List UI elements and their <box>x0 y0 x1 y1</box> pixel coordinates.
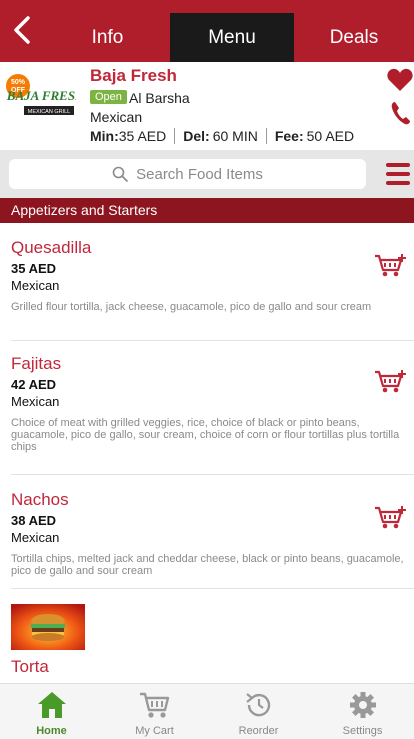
item-cuisine: Mexican <box>11 530 60 545</box>
search-input[interactable]: Search Food Items <box>9 159 366 189</box>
add-to-cart-icon <box>375 370 406 393</box>
restaurant-cuisine: Mexican <box>90 109 143 125</box>
restaurant-header: 50% OFF BAJA FRESH MEXICAN GRILL Baja Fr… <box>0 62 414 150</box>
add-to-cart-button[interactable] <box>374 252 408 278</box>
item-divider <box>11 474 414 475</box>
fee-label: Fee: <box>274 128 304 144</box>
nav-reorder-label: Reorder <box>238 725 279 737</box>
search-placeholder: Search Food Items <box>136 165 263 183</box>
item-cuisine: Mexican <box>11 394 60 409</box>
bottom-nav: Home My Cart Reorder Settings <box>0 683 414 739</box>
restaurant-fees: Min: 35 AED Del: 60 MIN Fee: 50 AED <box>90 128 354 144</box>
min-label: Min: <box>90 128 119 144</box>
svg-text:MEXICAN GRILL: MEXICAN GRILL <box>28 109 70 115</box>
chevron-left-icon <box>14 16 30 44</box>
heart-icon <box>387 68 413 91</box>
item-description: Choice of meat with grilled veggies, ric… <box>11 417 400 453</box>
item-price: 38 AED <box>11 513 57 528</box>
category-menu-button[interactable] <box>386 163 410 185</box>
restaurant-area: Al Barsha <box>129 90 190 106</box>
search-icon <box>112 166 128 182</box>
nav-settings[interactable]: Settings <box>311 684 414 739</box>
gear-icon <box>350 692 376 718</box>
nav-my-cart[interactable]: My Cart <box>103 684 206 739</box>
fee-value: 50 AED <box>306 128 355 144</box>
hamburger-line <box>386 172 410 176</box>
tab-deals[interactable]: Deals <box>294 13 414 62</box>
item-image <box>11 604 85 650</box>
hamburger-line <box>386 181 410 185</box>
svg-text:50%: 50% <box>11 79 26 86</box>
item-description: Tortilla chips, melted jack and cheddar … <box>11 553 404 577</box>
fee-divider <box>265 128 267 144</box>
top-nav: Info Menu Deals <box>0 0 414 62</box>
cart-icon <box>140 692 170 718</box>
fee-divider <box>174 128 176 144</box>
nav-home-label: Home <box>36 725 67 737</box>
nav-cart-label: My Cart <box>135 725 174 737</box>
item-description: Grilled flour tortilla, jack cheese, gua… <box>11 301 372 313</box>
tab-info[interactable]: Info <box>45 13 170 62</box>
item-price: 42 AED <box>11 377 57 392</box>
restaurant-name: Baja Fresh <box>90 66 177 85</box>
item-name: Quesadilla <box>11 238 92 257</box>
svg-text:BAJA FRESH: BAJA FRESH <box>6 88 76 103</box>
favorite-button[interactable] <box>386 66 414 94</box>
search-bar: Search Food Items <box>0 150 414 198</box>
restaurant-logo: 50% OFF BAJA FRESH MEXICAN GRILL <box>6 70 86 126</box>
call-button[interactable] <box>390 100 412 126</box>
item-name: Fajitas <box>11 354 62 373</box>
add-to-cart-button[interactable] <box>374 504 408 530</box>
tab-menu[interactable]: Menu <box>170 13 294 62</box>
nav-settings-label: Settings <box>342 725 383 737</box>
item-price: 35 AED <box>11 261 57 276</box>
add-to-cart-icon <box>375 254 406 277</box>
reorder-icon <box>246 693 271 717</box>
nav-reorder[interactable]: Reorder <box>207 684 310 739</box>
del-label: Del: <box>183 128 210 144</box>
item-name: Torta <box>11 657 49 676</box>
item-name: Nachos <box>11 490 69 509</box>
back-button[interactable] <box>8 12 38 48</box>
home-icon <box>38 692 66 718</box>
item-divider <box>11 588 414 589</box>
item-divider <box>11 340 414 341</box>
nav-home[interactable]: Home <box>0 684 103 739</box>
category-header: Appetizers and Starters <box>0 198 414 223</box>
status-badge: Open <box>90 90 127 104</box>
add-to-cart-icon <box>375 506 406 529</box>
min-value: 35 AED <box>118 128 167 144</box>
hamburger-icon <box>386 163 410 167</box>
del-value: 60 MIN <box>212 128 258 144</box>
item-cuisine: Mexican <box>11 278 60 293</box>
phone-icon <box>391 102 410 125</box>
add-to-cart-button[interactable] <box>374 368 408 394</box>
